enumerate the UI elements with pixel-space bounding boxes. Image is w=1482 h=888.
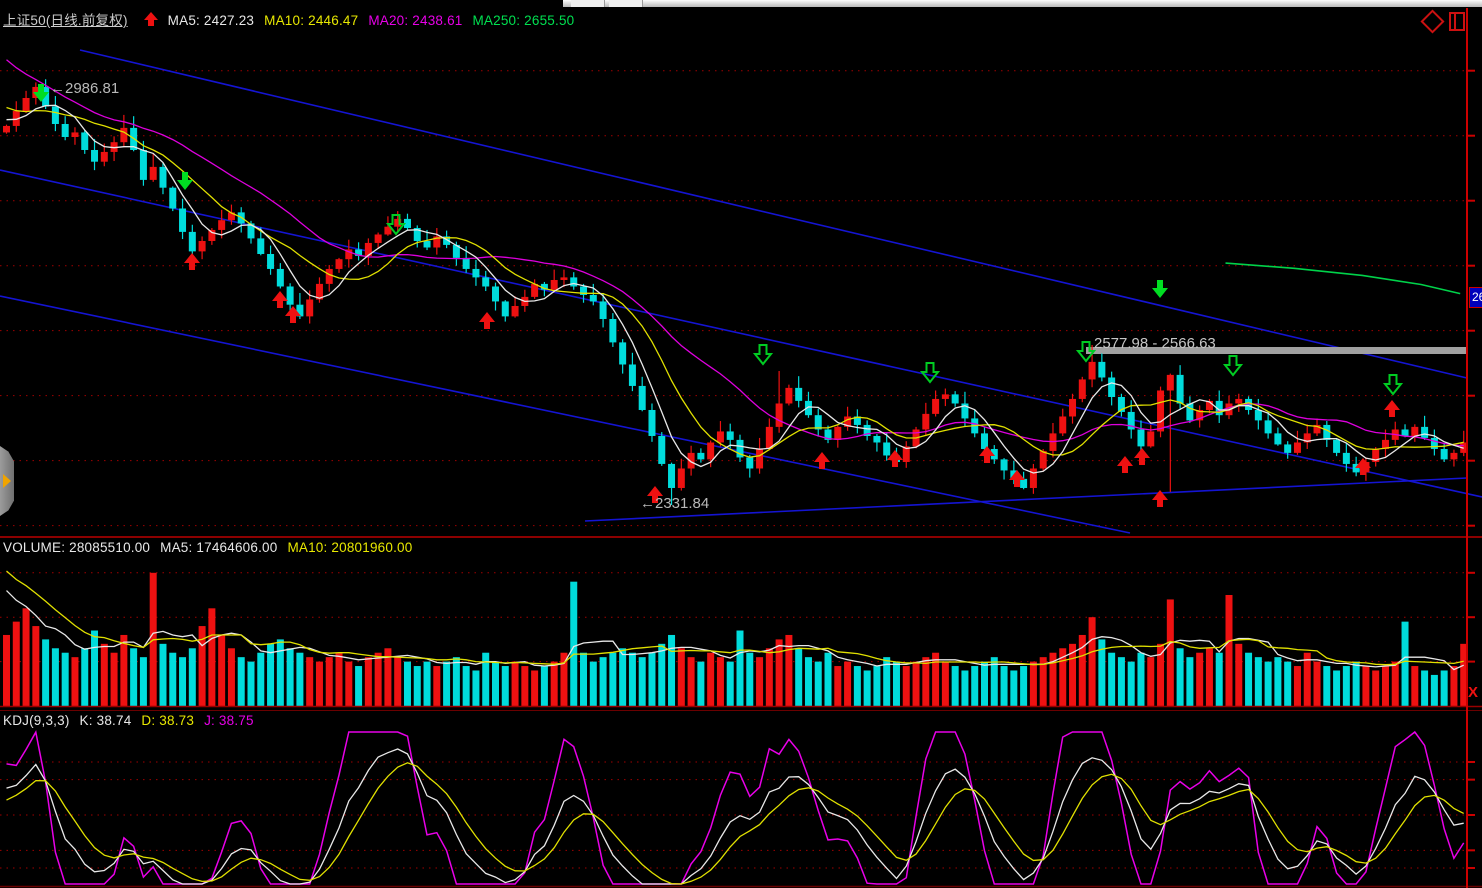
main-chart-header: 上证50(日线.前复权) MA5: 2427.23 MA10: 2446.47 MA2… bbox=[3, 9, 584, 29]
split-window-icon[interactable] bbox=[1449, 12, 1465, 31]
ma250-value: MA250: 2655.50 bbox=[472, 13, 574, 28]
kdj-j-value: J: 38.75 bbox=[204, 713, 254, 728]
kdj-k-value: K: 38.74 bbox=[80, 713, 132, 728]
chart-canvas[interactable] bbox=[0, 0, 1482, 888]
volume-value: VOLUME: 28085510.00 bbox=[3, 540, 150, 555]
buy-signal-arrow bbox=[1384, 400, 1400, 417]
sell-signal-hollow-arrow bbox=[1385, 375, 1401, 394]
price-range-annotation: 2577.98 - 2566.63 bbox=[1094, 335, 1216, 352]
sell-signal-arrow bbox=[1152, 280, 1168, 298]
buy-signal-arrow bbox=[1134, 448, 1150, 465]
kdj-name: KDJ(9,3,3) bbox=[3, 713, 70, 728]
sell-signal-hollow-arrow bbox=[922, 363, 938, 382]
volume-panel-close-button[interactable]: X bbox=[1468, 685, 1478, 701]
ma10-value: MA10: 2446.47 bbox=[264, 13, 358, 28]
buy-signal-arrow bbox=[272, 291, 288, 308]
toolbar-button[interactable] bbox=[609, 0, 643, 7]
expand-arrow-icon bbox=[3, 474, 11, 488]
sell-signal-arrow bbox=[177, 172, 193, 190]
ma20-value: MA20: 2438.61 bbox=[368, 13, 462, 28]
toolbar-bottom-strip bbox=[563, 0, 1482, 7]
volume-ma5-value: MA5: 17464606.00 bbox=[160, 540, 277, 555]
sell-signal-hollow-arrow bbox=[1225, 356, 1241, 375]
high-price-annotation: ←2986.81 bbox=[50, 80, 119, 97]
toolbar-button[interactable] bbox=[571, 0, 605, 7]
buy-signal-arrow bbox=[1117, 456, 1133, 473]
ma5-value: MA5: 2427.23 bbox=[168, 13, 254, 28]
volume-header: VOLUME: 28085510.00 MA5: 17464606.00 MA10:… bbox=[3, 540, 422, 555]
buy-signal-arrow bbox=[184, 253, 200, 270]
up-arrow-icon bbox=[144, 12, 158, 27]
right-axis-price-label: 2655.50 bbox=[1469, 287, 1482, 308]
stock-chart-window: 上证50(日线.前复权) MA5: 2427.23 MA10: 2446.47 MA2… bbox=[0, 0, 1482, 888]
kdj-d-value: D: 38.73 bbox=[141, 713, 194, 728]
volume-ma10-value: MA10: 20801960.00 bbox=[287, 540, 412, 555]
buy-signal-arrow bbox=[479, 312, 495, 329]
low-price-annotation: ←2331.84 bbox=[640, 495, 709, 512]
chart-title: 上证50(日线.前复权) bbox=[3, 13, 128, 28]
sell-signal-hollow-arrow bbox=[755, 345, 771, 364]
kdj-header: KDJ(9,3,3) K: 38.74 D: 38.73 J: 38.75 bbox=[3, 713, 264, 728]
